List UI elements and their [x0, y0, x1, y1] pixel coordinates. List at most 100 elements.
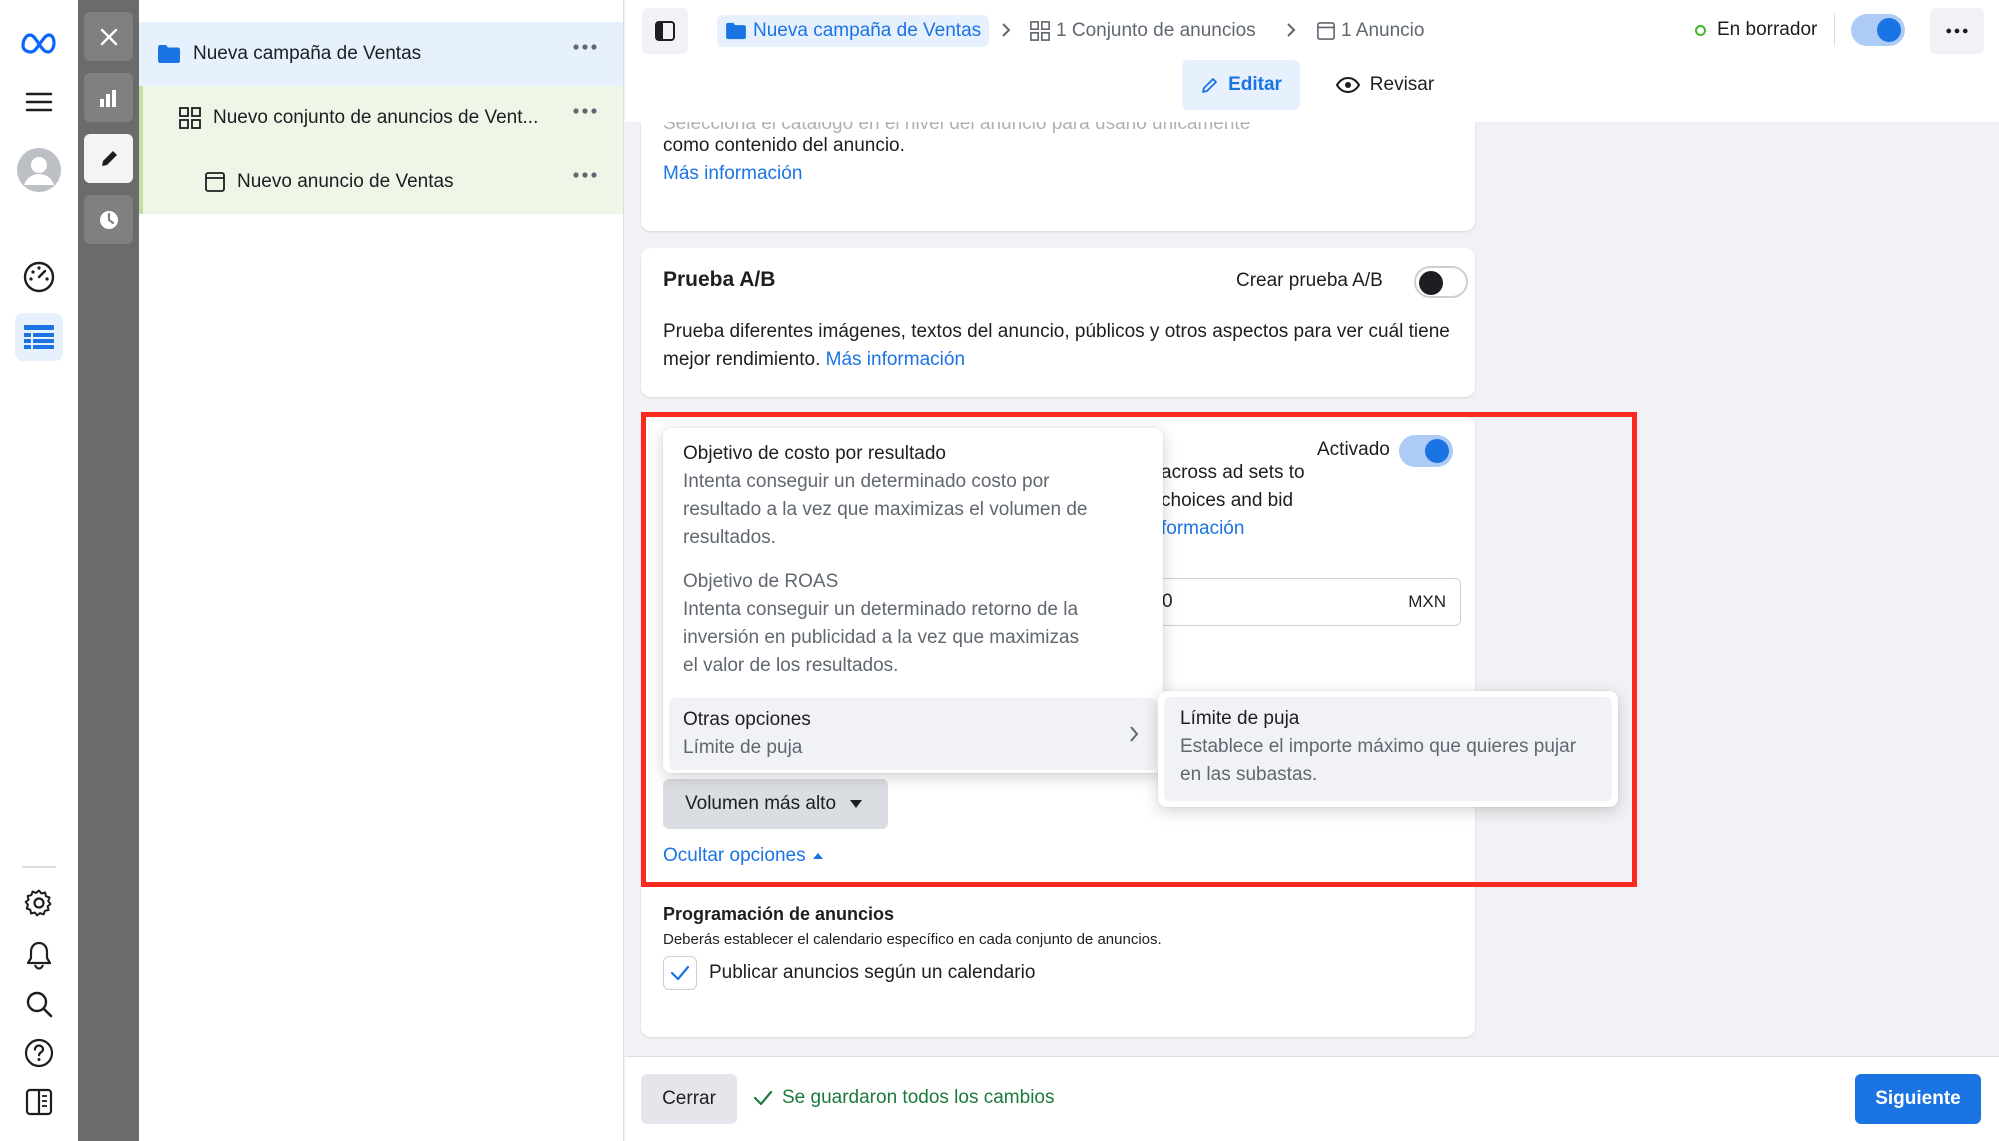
chevron-right-icon — [1001, 22, 1011, 38]
meta-logo-icon[interactable] — [15, 18, 63, 66]
breadcrumb-adsets[interactable]: 1 Conjunto de anuncios — [1030, 15, 1256, 47]
advantage-toggle-label: Activado — [1317, 439, 1390, 460]
performance-gauge-icon[interactable] — [15, 253, 63, 301]
submenu-item-bid-cap[interactable]: Límite de puja Establece el importe máxi… — [1164, 697, 1612, 801]
ab-test-title: Prueba A/B — [663, 268, 776, 291]
ab-test-toggle[interactable] — [1414, 266, 1468, 298]
footer-bar: Cerrar Se guardaron todos los cambios Si… — [625, 1056, 1999, 1141]
currency-suffix: MXN — [1408, 592, 1446, 611]
help-icon[interactable] — [15, 1029, 63, 1077]
menu-item-desc: inversión en publicidad a la vez que max… — [683, 627, 1080, 648]
folder-icon — [725, 22, 747, 40]
ad-icon — [205, 172, 225, 192]
close-button[interactable]: Cerrar — [641, 1074, 737, 1124]
other-options-submenu: Límite de puja Establece el importe máxi… — [1158, 691, 1618, 807]
mode-bar: Editar Revisar — [625, 60, 1999, 122]
ads-manager-table-icon[interactable] — [15, 313, 63, 361]
menu-item-desc: Límite de puja — [683, 737, 803, 758]
edit-label: Editar — [1228, 74, 1282, 95]
schedule-description: Deberás establecer el calendario específ… — [663, 931, 1162, 948]
global-nav — [0, 0, 78, 1141]
editor-tool-rail — [78, 0, 139, 1141]
tree-item-ad[interactable]: Nuevo anuncio de Ventas — [139, 150, 623, 214]
ab-test-card: Prueba A/B Crear prueba A/B Prueba difer… — [641, 248, 1475, 397]
caret-down-icon — [850, 800, 863, 808]
menu-item-cost-per-result[interactable]: Objetivo de costo por resultado Intenta … — [663, 428, 1163, 558]
more-options-icon[interactable] — [573, 172, 597, 178]
catalog-more-info-link[interactable]: Más información — [663, 160, 802, 188]
budget-partial-link[interactable]: formación — [1161, 515, 1244, 543]
menu-item-desc: el valor de los resultados. — [683, 655, 899, 676]
caret-up-icon — [812, 853, 823, 859]
chevron-right-icon — [1129, 725, 1139, 743]
clock-history-icon[interactable] — [84, 195, 133, 244]
pencil-edit-icon[interactable] — [84, 134, 133, 183]
menu-item-title: Objetivo de ROAS — [683, 571, 839, 592]
menu-item-desc: resultado a la vez que maximizas el volu… — [683, 499, 1088, 520]
bid-strategy-dropdown[interactable]: Volumen más alto — [663, 779, 888, 829]
tree-adset-label: Nuevo conjunto de anuncios de Vent... — [213, 107, 539, 128]
toggle-panel-button[interactable] — [642, 8, 688, 54]
submenu-item-desc: en las subastas. — [1180, 764, 1318, 785]
tree-item-adset[interactable]: Nuevo conjunto de anuncios de Vent... — [139, 86, 623, 150]
review-mode-button[interactable]: Revisar — [1325, 60, 1445, 110]
breadcrumb-adsets-label: 1 Conjunto de anuncios — [1056, 20, 1256, 41]
more-options-icon[interactable] — [573, 44, 597, 50]
ab-test-more-info-link[interactable]: Más información — [826, 349, 965, 370]
tree-item-campaign[interactable]: Nueva campaña de Ventas — [139, 22, 623, 86]
schedule-checkbox-row[interactable]: Publicar anuncios según un calendario — [663, 956, 1035, 990]
schedule-checkbox[interactable] — [663, 956, 697, 990]
bell-icon[interactable] — [15, 931, 63, 979]
ad-icon — [1317, 22, 1335, 40]
grid-icon — [1030, 21, 1050, 41]
bid-strategy-menu: Objetivo de costo por resultado Intenta … — [663, 428, 1163, 773]
publish-toggle[interactable] — [1851, 14, 1905, 46]
advantage-toggle[interactable] — [1399, 435, 1453, 467]
check-icon — [670, 965, 690, 981]
top-bar: Nueva campaña de Ventas 1 Conjunto de an… — [625, 0, 1999, 60]
status-label: En borrador — [1717, 19, 1818, 40]
search-icon[interactable] — [15, 980, 63, 1028]
check-icon — [753, 1090, 773, 1106]
more-options-icon[interactable] — [573, 108, 597, 114]
divider — [1834, 14, 1835, 46]
close-icon[interactable] — [84, 12, 133, 61]
status-dot-icon — [1695, 25, 1706, 36]
gear-icon[interactable] — [15, 879, 63, 927]
menu-item-desc: Intenta conseguir un determinado costo p… — [683, 471, 1050, 492]
menu-icon[interactable] — [15, 78, 63, 126]
breadcrumb-ads-label: 1 Anuncio — [1341, 20, 1425, 41]
sidebar-toggle-icon — [654, 20, 676, 42]
edit-mode-button[interactable]: Editar — [1182, 60, 1300, 110]
review-label: Revisar — [1369, 74, 1435, 95]
menu-item-roas[interactable]: Objetivo de ROAS Intenta conseguir un de… — [663, 562, 1163, 692]
menu-item-other-options[interactable]: Otras opciones Límite de puja — [669, 698, 1157, 770]
breadcrumb-campaign[interactable]: Nueva campaña de Ventas — [717, 15, 990, 47]
nav-divider — [22, 866, 56, 868]
hide-options-link[interactable]: Ocultar opciones — [663, 845, 823, 867]
folder-icon — [157, 44, 181, 64]
campaign-tree: Nueva campaña de Ventas Nuevo conjunto d… — [139, 0, 624, 1141]
ab-test-description: Prueba diferentes imágenes, textos del a… — [663, 321, 1450, 370]
ab-test-toggle-label: Crear prueba A/B — [1236, 270, 1383, 291]
bar-chart-icon[interactable] — [84, 73, 133, 122]
catalog-card: Selecciona el catálogo en el nivel del a… — [641, 122, 1475, 231]
tree-ad-label: Nuevo anuncio de Ventas — [237, 171, 454, 192]
more-button[interactable] — [1930, 8, 1984, 54]
menu-item-desc: Intenta conseguir un determinado retorno… — [683, 599, 1079, 620]
pencil-icon — [1200, 75, 1220, 95]
schedule-checkbox-label: Publicar anuncios según un calendario — [709, 962, 1036, 983]
bid-strategy-value: Volumen más alto — [685, 793, 837, 814]
catalog-text: como contenido del anuncio. — [663, 135, 905, 156]
breadcrumb-ads[interactable]: 1 Anuncio — [1317, 15, 1424, 47]
side-panel-icon[interactable] — [15, 1078, 63, 1126]
budget-partial-text-1: across ad sets to — [1161, 462, 1305, 483]
saved-status: Se guardaron todos los cambios — [782, 1087, 1055, 1108]
avatar[interactable] — [15, 146, 63, 194]
breadcrumb-campaign-label: Nueva campaña de Ventas — [753, 20, 982, 41]
menu-item-desc: resultados. — [683, 527, 776, 548]
next-button[interactable]: Siguiente — [1855, 1074, 1981, 1124]
chevron-right-icon — [1286, 22, 1296, 38]
menu-item-title: Objetivo de costo por resultado — [683, 443, 946, 464]
more-options-icon — [1946, 28, 1968, 34]
